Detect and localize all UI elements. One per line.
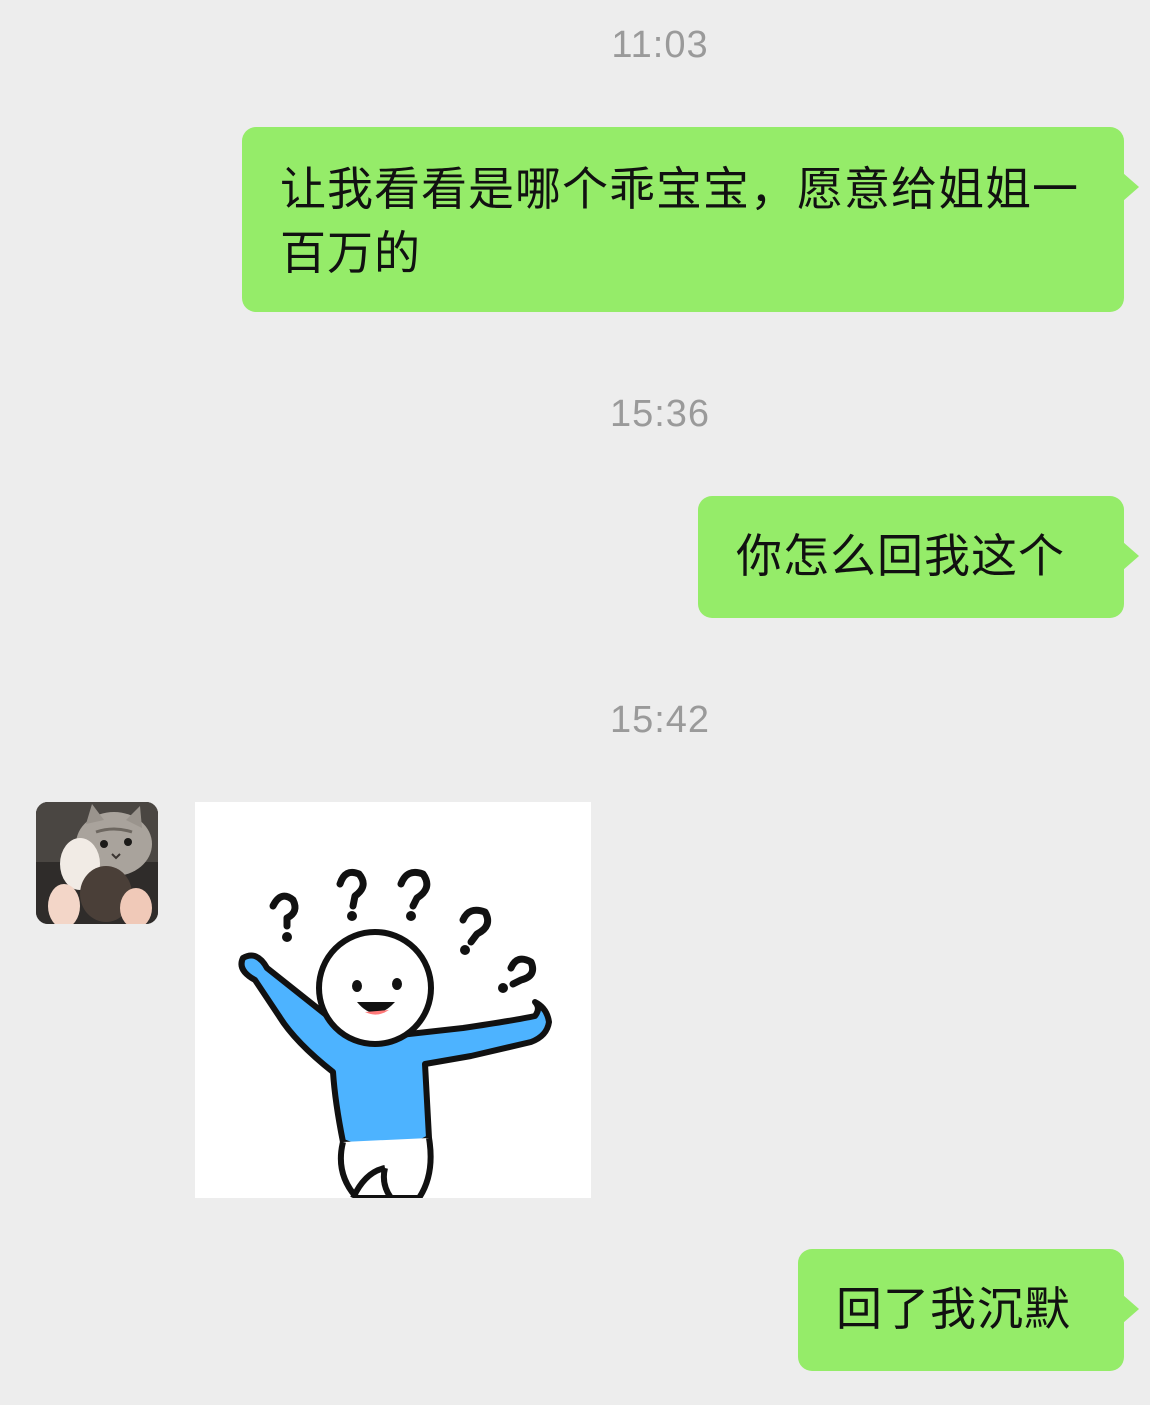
message-bubble-outgoing[interactable]: 你怎么回我这个 [698,496,1139,618]
message-text: 你怎么回我这个 [736,529,1065,583]
cat-avatar-icon [36,802,158,924]
message-bubble-outgoing[interactable]: 回了我沉默 [798,1249,1139,1371]
message-text: 回了我沉默 [836,1282,1071,1336]
timestamp: 15:42 [609,699,711,741]
timestamp: 11:03 [611,24,709,66]
avatar[interactable] [36,802,158,924]
sticker-message[interactable] [195,802,591,1201]
message-bubble-outgoing[interactable]: 让我看看是哪个乖宝宝，愿意给姐姐一百万的 [242,127,1139,312]
confused-stick-figure-sticker-icon [238,868,552,1201]
message-text: 让我看看是哪个乖宝宝，愿意给姐姐一百万的 [280,162,1079,280]
chat-screen: 11:03 让我看看是哪个乖宝宝，愿意给姐姐一百万的 15:36 你怎么回我这个… [0,0,1150,1405]
timestamp: 15:36 [609,393,711,435]
